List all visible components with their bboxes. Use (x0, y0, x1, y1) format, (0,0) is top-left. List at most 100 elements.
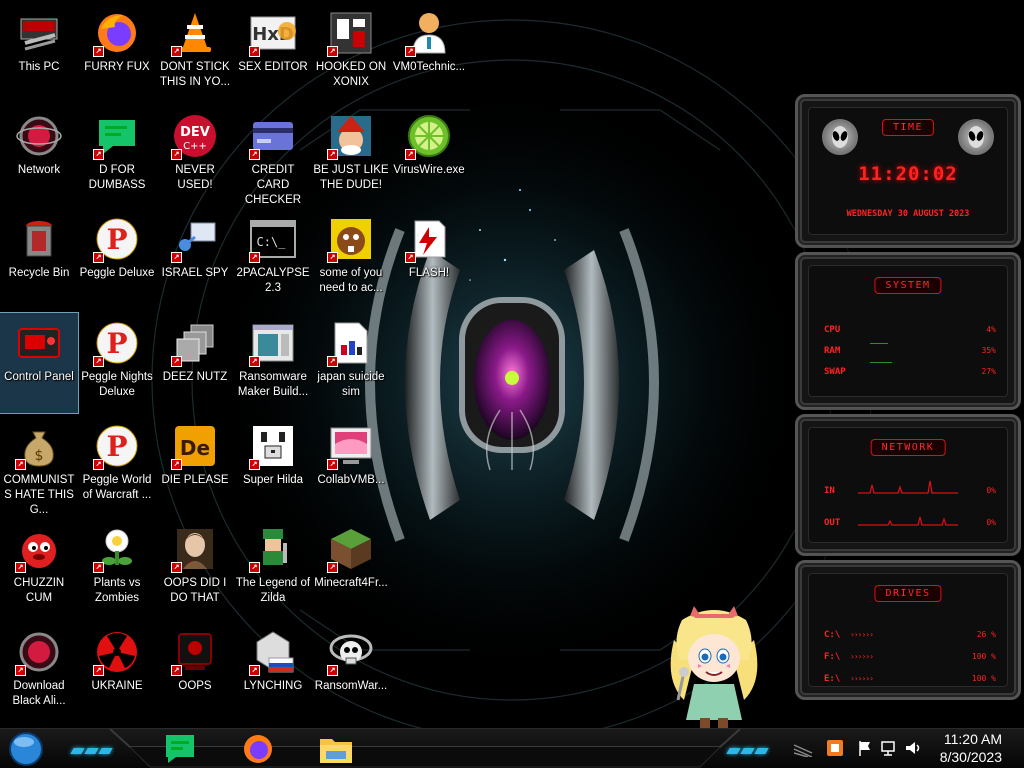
action-center-flag-icon[interactable] (856, 739, 874, 757)
network-connector-icon: ↗ (171, 215, 219, 263)
credit-card-icon: ↗ (249, 112, 297, 160)
application-window-icon: ↗ (249, 319, 297, 367)
desktop-icon-collabvm[interactable]: ↗ CollabVMB... (312, 416, 390, 516)
desktop-icon-d-for-dumbass[interactable]: ↗ D FOR DUMBASS (78, 106, 156, 206)
shortcut-arrow-icon: ↗ (405, 252, 416, 263)
taskbar-clock[interactable]: 11:20 AM 8/30/2023 (940, 730, 1002, 766)
desktop-icon-oops-did-i[interactable]: ↗ OOPS DID I DO THAT (156, 519, 234, 619)
shortcut-arrow-icon: ↗ (171, 46, 182, 57)
desktop-icon-credit-card[interactable]: ↗ CREDIT CARD CHECKER (234, 106, 312, 206)
icon-label: CREDIT CARD CHECKER (244, 164, 302, 206)
desktop-icon-oops[interactable]: ↗ OOPS (156, 622, 234, 722)
drive-f-value: 100 % (971, 652, 996, 661)
desktop-icon-network[interactable]: Network (0, 106, 78, 206)
desktop-icon-be-just-like[interactable]: ↗ BE JUST LIKE THE DUDE! (312, 106, 390, 206)
desktop-icon-sex-editor[interactable]: HxD ↗ SEX EDITOR (234, 3, 312, 103)
icon-label: Peggle World of Warcraft ... (82, 474, 152, 501)
shortcut-arrow-icon: ↗ (171, 149, 182, 160)
icon-label: ISRAEL SPY (161, 267, 229, 279)
icon-label: NEVER USED! (175, 164, 215, 191)
desktop-icon-control-panel[interactable]: Control Panel (0, 312, 79, 414)
start-button[interactable] (4, 731, 46, 767)
desktop-icon-chuzzin[interactable]: ↗ CHUZZIN CUM (0, 519, 78, 619)
document-file-icon: ↗ (327, 319, 375, 367)
desktop-icon-minecraft[interactable]: ↗ Minecraft4Fr... (312, 519, 390, 619)
desktop-icon-legend-of-zilda[interactable]: ↗ The Legend of Zilda (234, 519, 312, 619)
desktop-icon-viruswire[interactable]: ↗ VirusWire.exe (390, 106, 468, 206)
ram-label: RAM (824, 346, 841, 356)
grass-block-icon: ↗ (327, 525, 375, 573)
desktop-icon-vm0technic[interactable]: ↗ VM0Technic... (390, 3, 468, 103)
svg-text:DEV: DEV (180, 125, 210, 140)
drive-e-label: E:\ (824, 674, 841, 684)
shortcut-arrow-icon: ↗ (171, 356, 182, 367)
desktop-icon-recycle-bin[interactable]: Recycle Bin (0, 209, 78, 309)
shortcut-arrow-icon: ↗ (327, 252, 338, 263)
desktop-icon-peggle-deluxe[interactable]: P ↗ Peggle Deluxe (78, 209, 156, 309)
lime-slice-icon: ↗ (405, 112, 453, 160)
icon-label: Minecraft4Fr... (314, 577, 388, 589)
cpu-label: CPU (824, 325, 841, 335)
icon-label: Super Hilda (242, 474, 304, 486)
desktop-icon-some-of-you[interactable]: ↗ some of you need to ac... (312, 209, 390, 309)
desktop-icon-die-please[interactable]: De ↗ DIE PLEASE (156, 416, 234, 516)
desktop-icon-flash[interactable]: ↗ FLASH! (390, 209, 468, 309)
icon-label: This PC (18, 61, 60, 73)
alien-head-icon (822, 119, 858, 155)
desktop-icon-peggle-wow[interactable]: P ↗ Peggle World of Warcraft ... (78, 416, 156, 516)
dev-cpp-icon: DEV C++ ↗ (171, 112, 219, 160)
desktop-icon-lynching[interactable]: ↗ LYNCHING (234, 622, 312, 722)
chat-bubble-icon: ↗ (93, 112, 141, 160)
vlc-cone-icon: ↗ (171, 9, 219, 57)
gadget-title: TIME (881, 119, 935, 136)
firefox-icon: ↗ (93, 9, 141, 57)
desktop-icon-deez-nutz[interactable]: ↗ DEEZ NUTZ (156, 313, 234, 413)
desktop-icon-ransomwar[interactable]: ↗ RansomWar... (312, 622, 390, 722)
desktop-icon-peggle-nights[interactable]: P ↗ Peggle Nights Deluxe (78, 313, 156, 413)
taskbar-app-file-explorer[interactable] (316, 731, 356, 767)
icon-label: HOOKED ON XONIX (315, 61, 387, 88)
swap-label: SWAP (824, 367, 846, 377)
desktop-icon-never-used[interactable]: DEV C++ ↗ NEVER USED! (156, 106, 234, 206)
desktop-icon-hooked-on-xonix[interactable]: ↗ HOOKED ON XONIX (312, 3, 390, 103)
control-panel-icon (15, 319, 63, 367)
shortcut-arrow-icon: ↗ (327, 46, 338, 57)
desktop-icon-this-pc[interactable]: This PC (0, 3, 78, 103)
stacked-windows-icon: ↗ (171, 319, 219, 367)
network-status-icon[interactable] (880, 739, 898, 757)
desktop-icon-ransomware-maker[interactable]: ↗ Ransomware Maker Build... (234, 313, 312, 413)
shortcut-arrow-icon: ↗ (327, 356, 338, 367)
desktop-icon-super-hilda[interactable]: ↗ Super Hilda (234, 416, 312, 516)
alien-globe-icon (15, 112, 63, 160)
shortcut-arrow-icon: ↗ (93, 356, 104, 367)
taskbar-arrows-left (70, 741, 114, 754)
volume-icon[interactable] (904, 739, 922, 757)
shortcut-arrow-icon: ↗ (93, 149, 104, 160)
svg-text:C++: C++ (183, 141, 207, 152)
desktop-icon-2pacalypse[interactable]: C:\_ ↗ 2PACALYPSE 2.3 (234, 209, 312, 309)
gadget-title: NETWORK (870, 439, 946, 456)
tray-stripes-icon[interactable] (792, 739, 813, 758)
desktop-icon-communists[interactable]: $ ↗ COMMUNISTS HATE THIS G... (0, 416, 78, 516)
taskbar-app-chat[interactable] (160, 731, 200, 767)
shortcut-arrow-icon: ↗ (93, 665, 104, 676)
desktop-icon-israel-spy[interactable]: ↗ ISRAEL SPY (156, 209, 234, 309)
tray-app-icon[interactable] (826, 739, 844, 757)
swap-value: 27% (981, 367, 996, 376)
desktop-icon-dont-stick[interactable]: ↗ DONT STICK THIS IN YO... (156, 3, 234, 103)
shortcut-arrow-icon: ↗ (327, 562, 338, 573)
peggle-icon: P ↗ (93, 319, 141, 367)
net-out-graph (858, 516, 958, 526)
drive-c-bar: ›››››› (850, 630, 874, 639)
shortcut-arrow-icon: ↗ (93, 459, 104, 470)
desktop-icon-japan-suicide-sim[interactable]: ↗ japan suicide sim (312, 313, 390, 413)
taskbar-app-firefox[interactable] (238, 731, 278, 767)
net-in-graph (858, 480, 958, 494)
icon-label: COMMUNISTS HATE THIS G... (3, 474, 75, 516)
drive-f-label: F:\ (824, 652, 841, 662)
desktop-icon-download-black[interactable]: ↗ Download Black Ali... (0, 622, 78, 722)
network-gadget: NETWORK IN 0% OUT 0% (795, 414, 1021, 556)
desktop-icon-ukraine[interactable]: ↗ UKRAINE (78, 622, 156, 722)
desktop-icon-furry-fux[interactable]: ↗ FURRY FUX (78, 3, 156, 103)
desktop-icon-plants-vs-zombies[interactable]: ↗ Plants vs Zombies (78, 519, 156, 619)
